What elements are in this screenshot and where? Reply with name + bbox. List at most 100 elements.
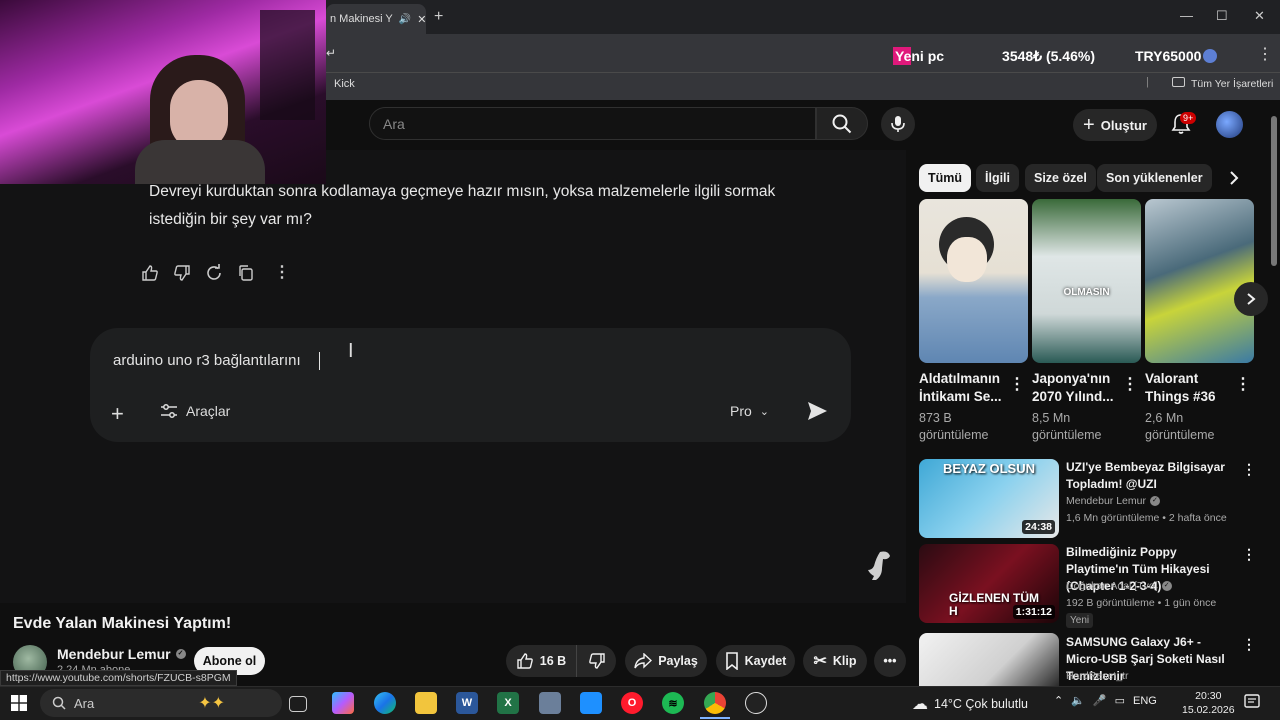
globe-icon	[1203, 49, 1218, 63]
windows-start-icon[interactable]	[11, 695, 27, 711]
voice-search-button[interactable]	[881, 107, 915, 141]
add-attachment-button[interactable]: +	[111, 401, 124, 427]
excel-icon[interactable]: X	[497, 692, 519, 714]
more-options-icon[interactable]: ⋮	[274, 262, 290, 282]
user-avatar[interactable]	[1216, 111, 1243, 138]
bookmark-icon	[725, 652, 738, 670]
notification-center-icon[interactable]	[1244, 694, 1260, 710]
cloud-icon: ☁	[912, 696, 928, 713]
short-menu-icon[interactable]: ⋮	[1009, 374, 1025, 394]
more-horizontal-icon: •••	[883, 654, 897, 668]
short-title[interactable]: Aldatılmanın İntikamı Se...	[919, 370, 1004, 406]
language-indicator[interactable]: ENG	[1133, 695, 1157, 707]
taskbar-search-placeholder: Ara	[74, 695, 95, 711]
maximize-button[interactable]: ☐	[1216, 8, 1228, 24]
dislike-button[interactable]	[576, 645, 616, 677]
clip-button[interactable]: ✂ Klip	[803, 645, 867, 677]
share-button[interactable]: Paylaş	[625, 645, 707, 677]
chip-for-you[interactable]: Size özel	[1025, 164, 1096, 192]
short-views: 2,6 Mn görüntüleme	[1145, 411, 1215, 442]
tray-chevron-icon[interactable]: ⌃	[1054, 694, 1063, 707]
thumbs-down-icon[interactable]	[173, 264, 191, 282]
prompt-box[interactable]	[90, 328, 851, 442]
short-menu-icon[interactable]: ⋮	[1122, 374, 1138, 394]
folder-icon	[1172, 77, 1185, 87]
short-thumbnail[interactable]	[1145, 199, 1254, 363]
chip-related[interactable]: İlgili	[976, 164, 1019, 192]
related-channel-name: Mendebur Lemur	[1066, 495, 1146, 507]
weather-widget[interactable]: ☁ 14°C Çok bulutlu	[912, 694, 1028, 714]
copy-icon[interactable]	[237, 264, 255, 282]
tools-button[interactable]: Araçlar	[160, 403, 230, 419]
active-app-indicator	[700, 717, 730, 719]
related-channel[interactable]: HardReset_tr	[1066, 670, 1128, 682]
new-badge: Yeni	[1066, 613, 1094, 628]
calculator-icon[interactable]	[539, 692, 561, 714]
short-thumbnail[interactable]: OLMASIN	[1032, 199, 1141, 363]
taskbar-search[interactable]: Ara ✦✦	[40, 689, 282, 717]
video-duration: 1:31:12	[1012, 605, 1055, 619]
volume-icon[interactable]: 🔈	[1071, 694, 1085, 707]
text-caret	[319, 352, 320, 370]
all-bookmarks[interactable]: Tüm Yer İşaretleri	[1191, 78, 1273, 90]
word-icon[interactable]: W	[456, 692, 478, 714]
minimize-button[interactable]: —	[1180, 8, 1193, 23]
short-title[interactable]: Japonya'nın 2070 Yılınd...	[1032, 370, 1117, 406]
search-button[interactable]	[816, 107, 868, 140]
scrollbar-thumb[interactable]	[1271, 116, 1277, 266]
notification-count-badge: 9+	[1180, 112, 1197, 124]
send-icon[interactable]	[806, 400, 828, 422]
short-title[interactable]: Valorant Things #36	[1145, 370, 1230, 406]
channel-name[interactable]: Mendebur Lemur ✓	[57, 646, 186, 662]
chip-all[interactable]: Tümü	[919, 164, 972, 192]
spotify-icon[interactable]: ≋	[662, 692, 684, 714]
dinosaur-icon	[868, 551, 890, 580]
thumbs-up-icon[interactable]	[141, 264, 159, 282]
opera-icon[interactable]: O	[621, 692, 643, 714]
chip-recent[interactable]: Son yüklenenler	[1097, 164, 1212, 192]
short-menu-icon[interactable]: ⋮	[1235, 374, 1251, 394]
chevron-down-icon: ⌄	[759, 405, 770, 418]
related-menu-icon[interactable]: ⋮	[1242, 461, 1256, 478]
related-thumbnail[interactable]	[919, 633, 1059, 686]
network-icon[interactable]: ▭	[1115, 694, 1125, 707]
related-menu-icon[interactable]: ⋮	[1242, 636, 1256, 653]
related-thumbnail[interactable]: GİZLENEN TÜM H 1:31:12	[919, 544, 1059, 623]
more-actions-button[interactable]: •••	[874, 645, 906, 677]
shorts-next-button[interactable]	[1234, 282, 1268, 316]
bookmark-kick[interactable]: Kick	[334, 78, 355, 90]
chrome-icon[interactable]	[704, 692, 726, 714]
related-title[interactable]: UZI'ye Bembeyaz Bilgisayar Topladım! @UZ…	[1066, 459, 1238, 493]
short-thumbnail[interactable]	[919, 199, 1028, 363]
tab-close-icon[interactable]: ✕	[417, 13, 426, 26]
task-view-icon[interactable]	[289, 696, 307, 712]
back-arrow-icon[interactable]: ↵	[326, 46, 336, 60]
regenerate-icon[interactable]	[205, 264, 223, 282]
prompt-input[interactable]: arduino uno r3 bağlantılarını	[113, 352, 301, 369]
related-meta: 192 B görüntüleme • 1 gün önce	[1066, 597, 1217, 609]
save-button[interactable]: Kaydet	[716, 645, 795, 677]
status-bar-url: https://www.youtube.com/shorts/FZUCB-s8P…	[0, 670, 237, 686]
like-button[interactable]: 16 B	[506, 645, 576, 677]
related-thumbnail[interactable]: BEYAZ OLSUN 24:38	[919, 459, 1059, 538]
microphone-icon[interactable]: 🎤	[1093, 694, 1107, 707]
chevron-right-icon[interactable]	[1224, 166, 1244, 190]
related-menu-icon[interactable]: ⋮	[1242, 546, 1256, 563]
store-icon[interactable]	[580, 692, 602, 714]
clock[interactable]: 20:30 15.02.2026	[1182, 689, 1235, 717]
search-input[interactable]: Ara	[369, 107, 816, 140]
file-explorer-icon[interactable]	[415, 692, 437, 714]
browser-tab[interactable]: n Makinesi Y 🔊 ✕	[326, 4, 426, 34]
browser-menu-icon[interactable]: ⋮	[1257, 44, 1273, 64]
donation-ticker: Ye ni pc 3548₺ (5.46%) TRY65000	[893, 46, 1218, 66]
model-selector[interactable]: Pro ⌄	[730, 403, 769, 419]
create-button[interactable]: + Oluştur	[1073, 109, 1157, 141]
related-channel[interactable]: Mendebur Lemur ✓	[1066, 495, 1160, 507]
edge-icon[interactable]	[374, 692, 396, 714]
close-window-button[interactable]: ✕	[1254, 8, 1265, 24]
obs-icon[interactable]	[745, 692, 767, 714]
new-tab-button[interactable]: +	[434, 8, 443, 26]
related-channel[interactable]: Doğukan Adal [Tvo] ✓	[1066, 580, 1172, 592]
copilot-icon[interactable]	[332, 692, 354, 714]
speaker-icon[interactable]: 🔊	[399, 14, 411, 25]
